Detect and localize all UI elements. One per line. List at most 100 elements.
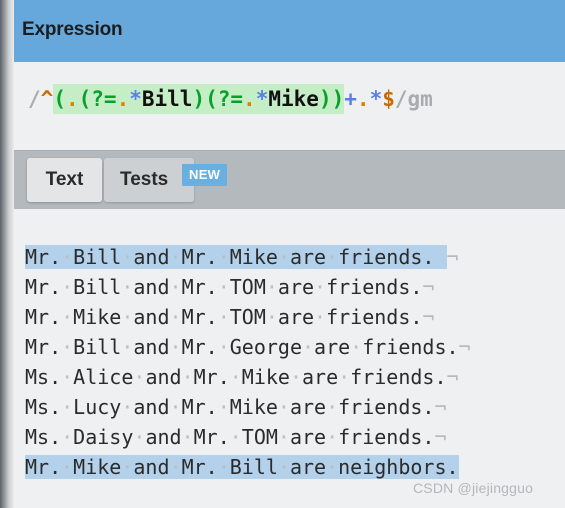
space-glyph: · (61, 335, 74, 359)
newline-glyph: ¬ (422, 275, 435, 299)
tabbar: Text Tests NEW (0, 150, 565, 209)
newline-glyph: ¬ (446, 245, 459, 269)
space-glyph: · (326, 455, 339, 479)
space-glyph: · (277, 455, 290, 479)
test-text-line[interactable]: Ms.·Lucy·and·Mr.·Mike·are·friends.¬ (0, 392, 447, 422)
space-glyph: · (169, 305, 182, 329)
space-glyph: · (326, 425, 339, 449)
test-text-line[interactable]: Ms.·Daisy·and·Mr.·TOM·are·friends.¬ (0, 422, 447, 452)
space-glyph: · (181, 425, 194, 449)
expression-token: $ (382, 87, 395, 111)
expression-token: ) (331, 87, 345, 111)
space-glyph: · (338, 365, 351, 389)
test-text-area[interactable]: Mr.·Bill·and·Mr.·Mike·are·friends. ¬ Mr.·… (0, 209, 565, 508)
page-title: Expression (22, 19, 123, 40)
space-glyph: · (61, 365, 74, 389)
expression-token: (?= (78, 87, 117, 111)
test-text-line[interactable]: Mr.·Bill·and·Mr.·George·are·friends.¬ (0, 332, 471, 362)
line-text: Mr.·Bill·and·Mr.·George·are·friends. (25, 335, 459, 359)
space-glyph: · (217, 245, 230, 269)
space-glyph: · (289, 365, 302, 389)
expression-token: gm (407, 87, 433, 111)
tab-tests-label: Tests (120, 169, 169, 190)
expression-token: + (344, 87, 357, 111)
expression-token: . (243, 87, 256, 111)
space-glyph: · (133, 425, 146, 449)
space-glyph: · (61, 305, 74, 329)
space-glyph: · (277, 425, 290, 449)
expression-token: ) (318, 87, 332, 111)
expression-token: . (65, 87, 79, 111)
space-glyph: · (121, 275, 134, 299)
space-glyph: · (265, 305, 278, 329)
space-glyph: · (121, 245, 134, 269)
space-glyph: · (229, 425, 242, 449)
expression-token: ) (192, 87, 206, 111)
test-text-line[interactable]: Mr.·Mike·and·Mr.·Bill·are·neighbors. (0, 452, 459, 482)
space-glyph: · (277, 395, 290, 419)
space-glyph: · (61, 425, 74, 449)
newline-glyph: ¬ (458, 335, 471, 359)
expression-token: . (116, 87, 130, 111)
space-glyph: · (217, 305, 230, 329)
expression-token: ^ (40, 87, 54, 111)
space-glyph: · (61, 245, 74, 269)
expression-input[interactable]: /^(.(?=.*Bill)(?=.*Mike))+.*$/gm (28, 84, 433, 114)
expression-token: Mike (268, 87, 319, 111)
space-glyph: · (61, 455, 74, 479)
space-glyph: · (217, 275, 230, 299)
match-highlight: Mr.·Bill·and·Mr.·Mike·are·friends. (25, 245, 447, 269)
tab-text-label: Text (45, 169, 84, 190)
space-glyph: · (61, 275, 74, 299)
space-glyph: · (133, 365, 146, 389)
space-glyph: · (350, 335, 363, 359)
expression-highlight-group: (.(?=.*Bill)(?=.*Mike)) (53, 84, 345, 114)
space-glyph: · (326, 395, 339, 419)
expression-token: / (394, 87, 408, 111)
space-glyph: · (169, 335, 182, 359)
expression-token: (?= (205, 87, 244, 111)
space-glyph: · (301, 335, 315, 359)
space-glyph: · (169, 245, 182, 269)
space-glyph: · (169, 275, 182, 299)
space-glyph: · (61, 395, 74, 419)
newline-glyph: ¬ (422, 305, 435, 329)
expression-token: * (129, 87, 142, 111)
test-text-line[interactable]: Mr.·Bill·and·Mr.·Mike·are·friends. ¬ (0, 242, 459, 272)
space-glyph: · (169, 395, 182, 419)
status-badge-new: NEW (182, 164, 228, 186)
space-glyph: · (169, 455, 182, 479)
expression-pane[interactable]: /^(.(?=.*Bill)(?=.*Mike))+.*$/gm (0, 62, 565, 150)
line-text: Mr.·Bill·and·Mr.·TOM·are·friends. (25, 275, 423, 299)
space-glyph: · (217, 455, 230, 479)
test-text-line[interactable]: Mr.·Mike·and·Mr.·TOM·are·friends.¬ (0, 302, 434, 332)
tab-tests[interactable]: Tests (104, 158, 194, 202)
expression-token: / (28, 87, 41, 111)
space-glyph: · (229, 365, 242, 389)
test-text-line[interactable]: Mr.·Bill·and·Mr.·TOM·are·friends.¬ (0, 272, 434, 302)
tab-text[interactable]: Text (27, 158, 102, 202)
space-glyph: · (314, 275, 327, 299)
expression-token: * (255, 87, 269, 111)
expression-token: ( (53, 87, 66, 111)
match-highlight: Mr.·Mike·and·Mr.·Bill·are·neighbors. (25, 455, 459, 479)
newline-glyph: ¬ (434, 425, 447, 449)
test-text-line[interactable]: Ms.·Alice·and·Mr.·Mike·are·friends.¬ (0, 362, 459, 392)
space-glyph: · (121, 335, 134, 359)
space-glyph: · (217, 335, 230, 359)
space-glyph: · (265, 275, 278, 299)
space-glyph: · (277, 245, 290, 269)
newline-glyph: ¬ (446, 365, 459, 389)
space-glyph: · (217, 395, 230, 419)
space-glyph: · (326, 245, 339, 269)
space-glyph: · (314, 305, 327, 329)
space-glyph: · (121, 455, 134, 479)
newline-glyph: ¬ (434, 395, 447, 419)
expression-header: Expression (0, 0, 565, 62)
